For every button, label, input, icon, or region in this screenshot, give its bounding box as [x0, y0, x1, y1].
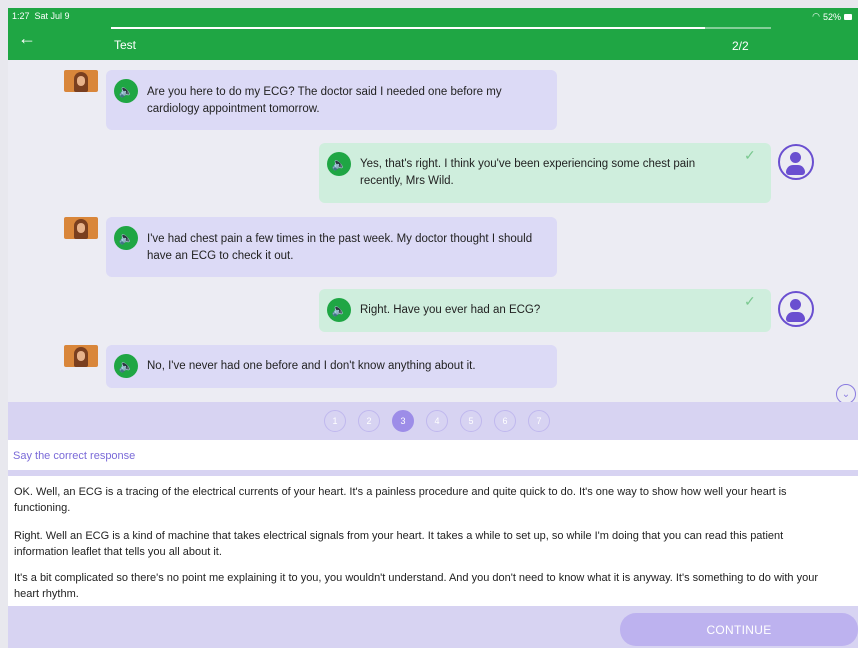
check-icon: ✓ — [744, 293, 756, 309]
response-option-3[interactable]: It's a bit complicated so there's no poi… — [14, 570, 834, 602]
response-option-2[interactable]: Right. Well an ECG is a kind of machine … — [14, 528, 834, 560]
page-title: Test — [114, 38, 137, 52]
user-avatar-icon — [778, 291, 814, 327]
page-dot-5[interactable]: 5 — [460, 410, 482, 432]
speaker-icon[interactable]: 🔈 — [114, 79, 138, 103]
options-panel: OK. Well, an ECG is a tracing of the ele… — [8, 476, 858, 606]
battery-icon — [844, 13, 852, 20]
app-header: 1:27 Sat Jul 9 ◠ 52% ← Test 2/2 — [8, 8, 858, 60]
message-text: Yes, that's right. I think you've been e… — [360, 158, 696, 187]
speaker-icon[interactable]: 🔈 — [327, 298, 351, 322]
progress-bar — [111, 27, 771, 29]
prompt-text: Say the correct response — [13, 450, 136, 462]
response-option-1[interactable]: OK. Well, an ECG is a tracing of the ele… — [14, 484, 834, 516]
message-user: 🔈 Yes, that's right. I think you've been… — [319, 143, 771, 203]
check-icon: ✓ — [744, 147, 756, 163]
speaker-icon[interactable]: 🔈 — [114, 354, 138, 378]
message-user: 🔈 Right. Have you ever had an ECG? ✓ — [319, 289, 771, 332]
page-dots: 1234567 — [324, 410, 550, 432]
progress-fill — [111, 27, 705, 29]
response-options: OK. Well, an ECG is a tracing of the ele… — [8, 470, 858, 648]
prompt-bar: Say the correct response — [8, 440, 858, 470]
patient-avatar — [64, 345, 98, 367]
page-dot-1[interactable]: 1 — [324, 410, 346, 432]
status-indicators: ◠ 52% — [812, 11, 852, 22]
patient-avatar — [64, 70, 98, 92]
page-dot-2[interactable]: 2 — [358, 410, 380, 432]
battery-percent: 52% — [822, 11, 841, 22]
chevron-down-icon[interactable]: ⌄ — [836, 384, 856, 404]
speaker-icon[interactable]: 🔈 — [327, 152, 351, 176]
wifi-icon: ◠ — [812, 11, 820, 21]
message-text: No, I've never had one before and I don'… — [147, 360, 476, 372]
patient-avatar — [64, 217, 98, 239]
chat-area: 🔈 Are you here to do my ECG? The doctor … — [8, 60, 858, 404]
step-counter: 2/2 — [732, 39, 749, 53]
message-text: I've had chest pain a few times in the p… — [147, 233, 533, 262]
message-patient: 🔈 Are you here to do my ECG? The doctor … — [106, 70, 557, 130]
arrow-left-icon[interactable]: ← — [18, 29, 36, 47]
page-dot-6[interactable]: 6 — [494, 410, 516, 432]
message-text: Right. Have you ever had an ECG? — [360, 304, 541, 316]
message-text: Are you here to do my ECG? The doctor sa… — [147, 86, 502, 115]
page-dot-4[interactable]: 4 — [426, 410, 448, 432]
page-dot-7[interactable]: 7 — [528, 410, 550, 432]
message-patient: 🔈 I've had chest pain a few times in the… — [106, 217, 557, 277]
speaker-icon[interactable]: 🔈 — [114, 226, 138, 250]
page-dot-3[interactable]: 3 — [392, 410, 414, 432]
question-pager: 1234567 — [8, 402, 858, 440]
status-time: 1:27 Sat Jul 9 — [12, 11, 70, 21]
message-patient: 🔈 No, I've never had one before and I do… — [106, 345, 557, 388]
user-avatar-icon — [778, 144, 814, 180]
status-bar: 1:27 Sat Jul 9 ◠ 52% — [8, 8, 858, 24]
continue-button[interactable]: CONTINUE — [620, 613, 858, 646]
